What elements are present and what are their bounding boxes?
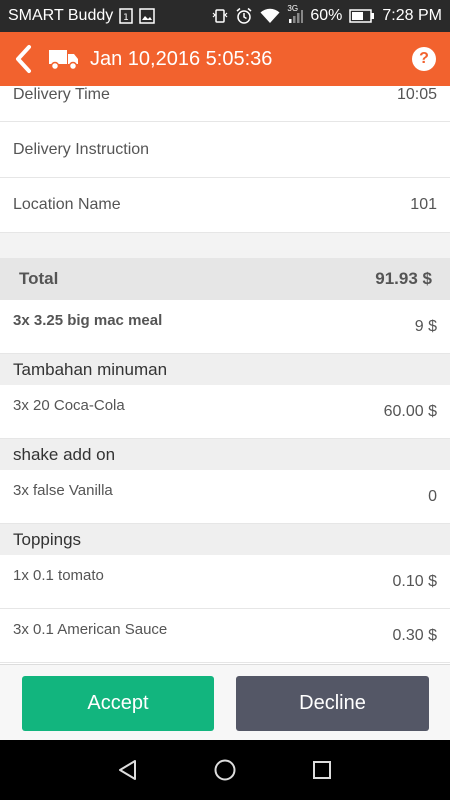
decline-button[interactable]: Decline xyxy=(236,676,429,731)
section-header-tambahan-minuman: Tambahan minuman xyxy=(0,354,450,385)
detail-label: Delivery Instruction xyxy=(13,140,150,158)
item-label: 3x 0.1 American Sauce xyxy=(13,621,168,638)
battery-icon xyxy=(349,9,375,23)
item-price: 0.30 $ xyxy=(392,627,437,644)
svg-text:1: 1 xyxy=(123,13,129,23)
item-price: 0 xyxy=(428,488,437,505)
total-label: Total xyxy=(19,269,59,288)
list-item: 3x 20 Coca-Cola 60.00 $ xyxy=(0,385,450,439)
total-row: Total 91.93 $ xyxy=(0,258,450,300)
main-item-row: 3x 3.25 big mac meal 9 $ xyxy=(0,300,450,354)
action-bar: Accept Decline xyxy=(0,664,450,740)
spacer xyxy=(0,233,450,258)
item-price: 60.00 $ xyxy=(383,403,437,420)
help-icon: ? xyxy=(419,50,429,67)
detail-row-delivery-time: Delivery Time 10:05 xyxy=(0,86,450,122)
section-header-toppings: Toppings xyxy=(0,524,450,555)
alarm-icon xyxy=(235,7,253,25)
battery-percent: 60% xyxy=(310,7,343,24)
help-button[interactable]: ? xyxy=(412,47,436,71)
detail-value: 101 xyxy=(410,196,437,213)
detail-row-location-name: Location Name 101 xyxy=(0,178,450,233)
signal-icon: 3G xyxy=(287,4,304,24)
order-datetime-title: Jan 10,2016 5:05:36 xyxy=(90,47,273,70)
back-triangle-icon xyxy=(119,760,137,780)
item-price: 9 $ xyxy=(414,318,437,335)
detail-label: Delivery Time xyxy=(13,86,110,103)
item-label: 3x false Vanilla xyxy=(13,482,113,499)
item-price: 0.10 $ xyxy=(392,573,437,590)
list-item: 3x false Vanilla 0 xyxy=(0,470,450,524)
item-label: 3x 20 Coca-Cola xyxy=(13,397,125,414)
nav-recents-button[interactable] xyxy=(302,750,342,790)
network-type: 3G xyxy=(287,4,299,13)
status-time: 7:28 PM xyxy=(382,7,442,24)
status-bar: SMART Buddy 1 3G 60% 7:28 PM xyxy=(0,0,450,32)
chevron-left-icon xyxy=(16,45,31,73)
item-label: 3x 3.25 big mac meal xyxy=(13,312,163,329)
detail-label: Location Name xyxy=(13,196,121,213)
truck-icon xyxy=(48,47,82,71)
home-circle-icon xyxy=(214,759,236,781)
wifi-icon xyxy=(260,8,280,24)
item-label: 1x 0.1 tomato xyxy=(13,567,104,584)
section-header-shake-add-on: shake add on xyxy=(0,439,450,470)
vibrate-icon xyxy=(212,8,228,24)
accept-button[interactable]: Accept xyxy=(22,676,214,731)
list-item: 3x 0.1 American Sauce 0.30 $ xyxy=(0,609,450,663)
detail-row-delivery-instruction: Delivery Instruction xyxy=(0,122,450,178)
detail-value: 10:05 xyxy=(396,86,437,103)
order-details: Delivery Time 10:05 Delivery Instruction… xyxy=(0,86,450,664)
status-app-name: SMART Buddy xyxy=(8,7,114,24)
app-header: Jan 10,2016 5:05:36 ? xyxy=(0,32,450,86)
nav-back-button[interactable] xyxy=(108,750,148,790)
back-button[interactable] xyxy=(10,39,36,79)
recents-square-icon xyxy=(312,761,331,779)
total-value: 91.93 $ xyxy=(375,269,432,288)
nav-home-button[interactable] xyxy=(205,750,245,790)
image-icon xyxy=(139,8,155,24)
sim-icon: 1 xyxy=(119,8,133,24)
list-item: 1x 0.1 tomato 0.10 $ xyxy=(0,555,450,609)
system-nav-bar xyxy=(0,740,450,800)
